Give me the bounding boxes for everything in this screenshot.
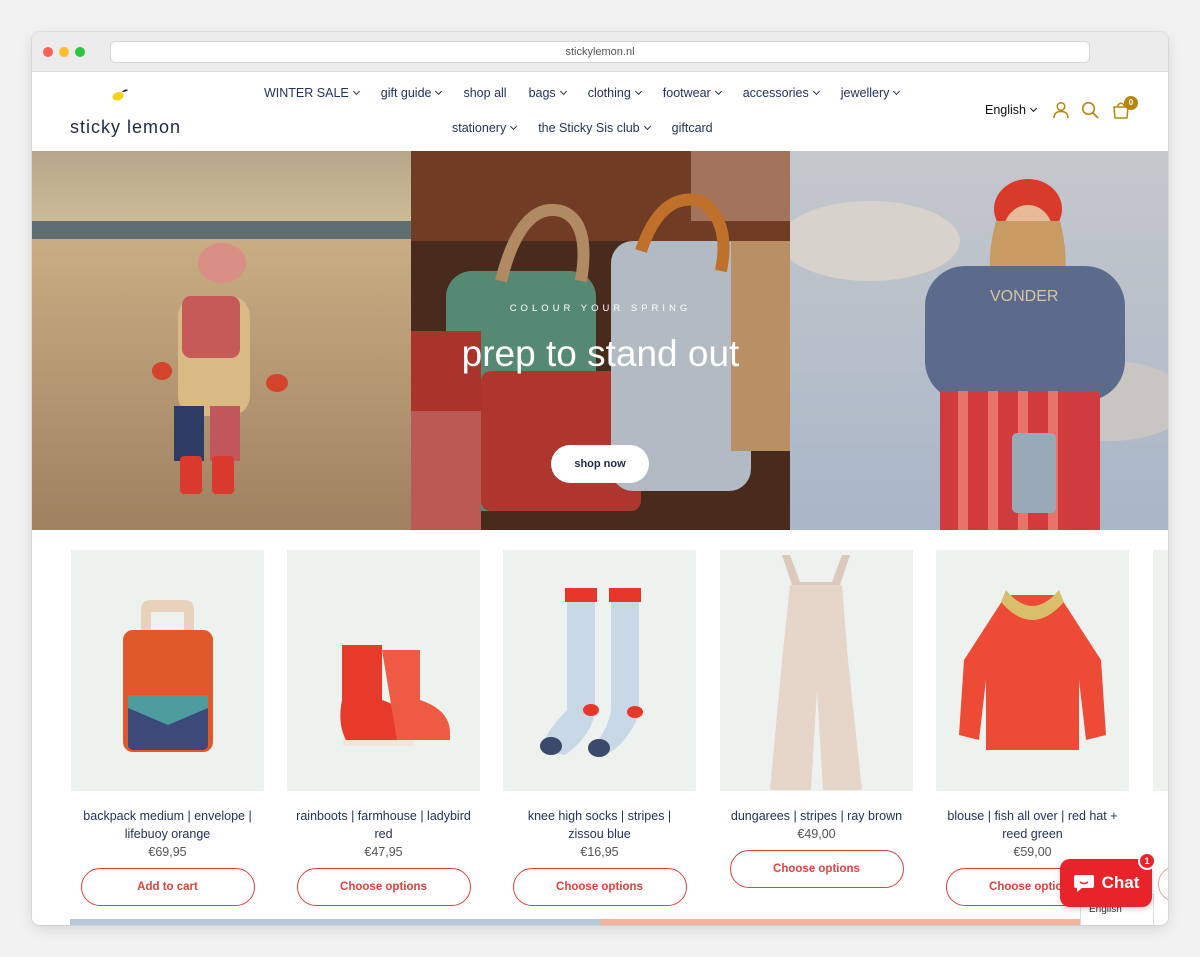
nav-item-gift-guide[interactable]: gift guide: [380, 86, 443, 100]
nav-item-label: jewellery: [840, 86, 890, 100]
nav-item-label: shop all: [463, 86, 507, 100]
product-image-backpack[interactable]: [71, 550, 264, 791]
add-to-cart-button[interactable]: Add to cart: [80, 868, 255, 906]
nav-item-the-sticky-sis-club[interactable]: the Sticky Sis club: [538, 121, 651, 135]
chevron-down-icon: [352, 87, 360, 96]
address-bar[interactable]: stickylemon.nl: [110, 41, 1090, 63]
brand-logo[interactable]: sticky lemon: [70, 86, 180, 138]
chevron-down-icon: [1029, 104, 1038, 113]
chevron-down-icon: [559, 87, 567, 96]
brand-name: sticky lemon: [70, 117, 182, 137]
nav-item-winter-sale[interactable]: WINTER SALE: [264, 86, 360, 100]
search-icon[interactable]: [1080, 100, 1100, 120]
product-card[interactable]: dungarees | stripes | ray brown €49,00 C…: [720, 550, 913, 888]
browser-chrome: stickylemon.nl: [32, 32, 1168, 72]
product-image-socks[interactable]: [503, 550, 696, 791]
chevron-down-icon: [634, 87, 642, 96]
product-card[interactable]: backpack medium | envelope | lifebuoy or…: [71, 550, 264, 906]
main-nav-row-2: stationery the Sticky Sis club giftcard: [452, 121, 735, 135]
chevron-down-icon: [510, 122, 518, 131]
product-price: €47,95: [364, 845, 403, 859]
nav-item-label: clothing: [587, 86, 631, 100]
hero-content: COLOUR YOUR SPRING prep to stand out sho…: [411, 151, 790, 530]
nav-item-label: footwear: [662, 86, 711, 100]
maximize-window-button[interactable]: [75, 47, 85, 57]
language-label: English: [985, 103, 1026, 117]
chevron-down-icon: [643, 122, 651, 131]
nav-item-label: WINTER SALE: [264, 86, 349, 100]
lemon-icon: [112, 89, 129, 101]
section-divider-strip: [70, 919, 1090, 925]
shop-now-button[interactable]: shop now: [551, 445, 649, 483]
nav-item-label: stationery: [452, 121, 507, 135]
product-price: €16,95: [580, 845, 619, 859]
nav-item-shop-all[interactable]: shop all: [463, 86, 506, 100]
hero-image-beach-child: [32, 151, 411, 530]
account-icon[interactable]: [1051, 100, 1071, 120]
product-image-blouse[interactable]: [936, 550, 1129, 791]
hero-headline: prep to stand out: [461, 333, 740, 374]
next-product-peek[interactable]: [1153, 550, 1168, 791]
chat-bubble-icon: [1073, 875, 1094, 892]
product-price: €49,00: [797, 827, 836, 841]
nav-item-label: giftcard: [671, 121, 713, 135]
product-card[interactable]: blouse | fish all over | red hat + reed …: [936, 550, 1129, 906]
product-title[interactable]: knee high socks | stripes | zissou blue: [503, 807, 696, 843]
product-title[interactable]: rainboots | farmhouse | ladybird red: [287, 807, 480, 843]
close-window-button[interactable]: [43, 47, 53, 57]
nav-item-clothing[interactable]: clothing: [587, 86, 642, 100]
language-selector[interactable]: English: [985, 103, 1038, 117]
choose-options-button[interactable]: Choose options: [729, 850, 904, 888]
browser-window: stickylemon.nl sticky lemon WINTER SALE g…: [32, 32, 1168, 925]
product-card[interactable]: rainboots | farmhouse | ladybird red €47…: [287, 550, 480, 906]
nav-item-label: bags: [528, 86, 556, 100]
site-header: sticky lemon WINTER SALE gift guide shop a…: [32, 72, 1168, 151]
nav-item-label: gift guide: [380, 86, 432, 100]
nav-item-accessories[interactable]: accessories: [742, 86, 820, 100]
chevron-down-icon: [435, 87, 443, 96]
product-image-rainboots[interactable]: [287, 550, 480, 791]
product-price: €69,95: [148, 845, 187, 859]
chat-button[interactable]: Chat: [1060, 859, 1152, 907]
cart-count-badge: 0: [1124, 96, 1138, 110]
nav-item-label: accessories: [742, 86, 809, 100]
scroll-next-control[interactable]: [1158, 866, 1168, 902]
product-image-dungarees[interactable]: [720, 550, 913, 791]
product-title[interactable]: blouse | fish all over | red hat + reed …: [936, 807, 1129, 843]
main-nav-row-1: WINTER SALE gift guide shop all bags clothin…: [264, 86, 921, 100]
nav-item-bags[interactable]: bags: [528, 86, 567, 100]
nav-item-footwear[interactable]: footwear: [662, 86, 722, 100]
product-carousel: backpack medium | envelope | lifebuoy or…: [32, 530, 1168, 925]
nav-item-label: the Sticky Sis club: [538, 121, 640, 135]
nav-item-stationery[interactable]: stationery: [452, 121, 518, 135]
chevron-down-icon: [893, 87, 901, 96]
product-title[interactable]: backpack medium | envelope | lifebuoy or…: [71, 807, 264, 843]
nav-item-jewellery[interactable]: jewellery: [840, 86, 901, 100]
choose-options-button[interactable]: Choose options: [512, 868, 687, 906]
chat-unread-badge: 1: [1138, 852, 1156, 870]
svg-text:VONDER: VONDER: [990, 288, 1058, 305]
choose-options-button[interactable]: Choose options: [296, 868, 471, 906]
chevron-down-icon: [714, 87, 722, 96]
hero-image-girl: VONDER: [790, 151, 1168, 530]
chat-label: Chat: [1101, 873, 1140, 892]
product-title[interactable]: dungarees | stripes | ray brown: [720, 807, 913, 825]
minimize-window-button[interactable]: [59, 47, 69, 57]
nav-item-giftcard[interactable]: giftcard: [672, 121, 713, 135]
hero-banner: VONDER COLOUR YOUR SPRING prep to stand …: [32, 151, 1168, 530]
product-card[interactable]: knee high socks | stripes | zissou blue …: [503, 550, 696, 906]
hero-kicker: COLOUR YOUR SPRING: [509, 303, 692, 314]
chevron-down-icon: [812, 87, 820, 96]
